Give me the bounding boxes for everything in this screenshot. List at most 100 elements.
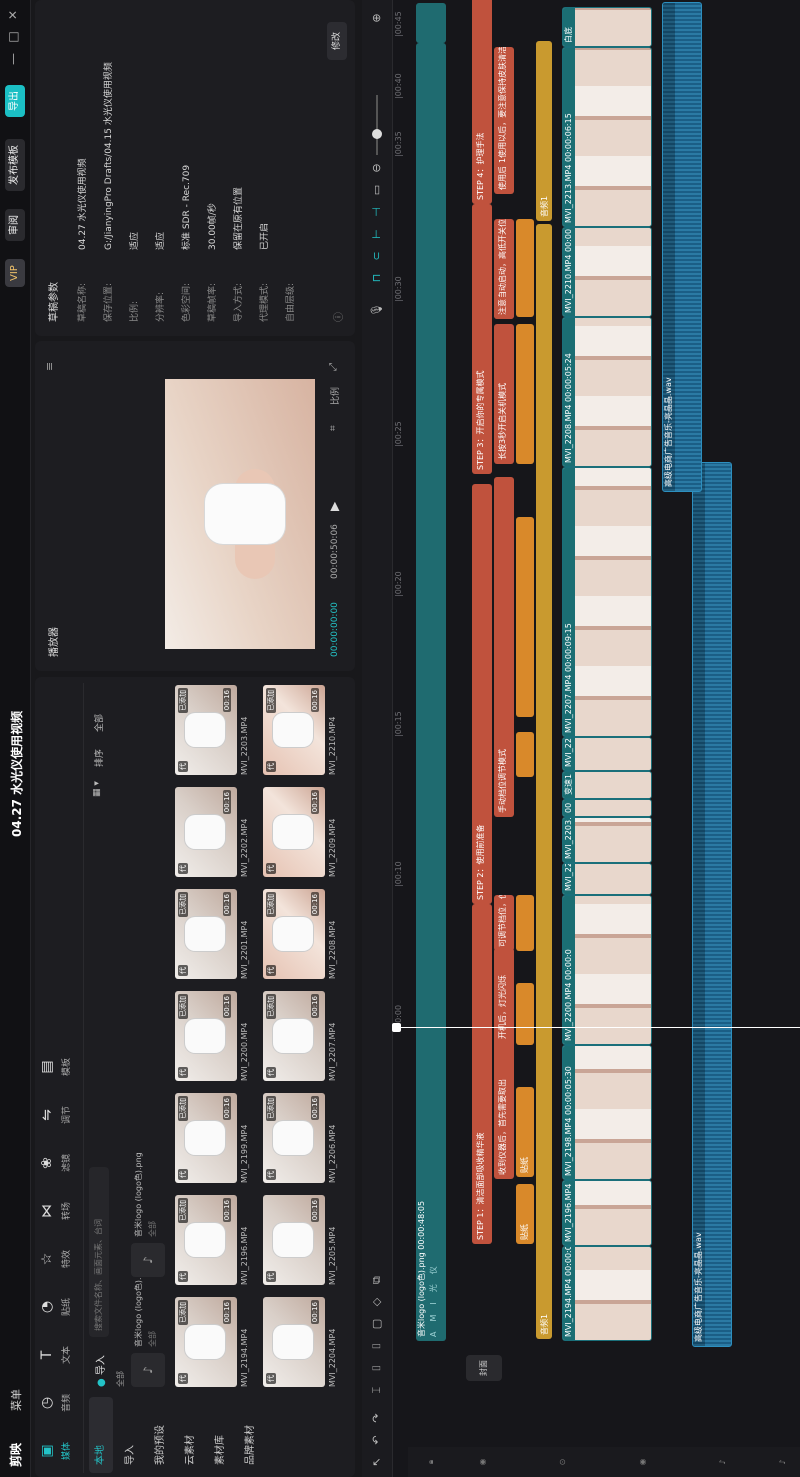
split-icon[interactable]: ⌶: [370, 1383, 384, 1397]
marker-icon[interactable]: ◇: [370, 1295, 384, 1309]
menu-button[interactable]: 菜单: [8, 1389, 24, 1411]
list-item[interactable]: ♪ 音米logo (logo色).png 全部: [127, 1152, 169, 1277]
video-clip[interactable]: MVI_2210.MP4 00:00: [562, 227, 652, 317]
play-icon[interactable]: ▶: [327, 502, 341, 511]
video-clip[interactable]: 变速1: [562, 771, 652, 799]
export-button[interactable]: 导出: [5, 85, 25, 117]
video-clip[interactable]: MVI_2207.MP4 00:00:09:15: [562, 467, 652, 737]
sticker-clip[interactable]: [516, 517, 534, 717]
tool-transition[interactable]: ⋈ 转场: [39, 1189, 72, 1233]
player-menu-icon[interactable]: ≡: [43, 362, 56, 371]
sticker-clip[interactable]: [516, 983, 534, 1045]
subtitle-clip[interactable]: 手动档位调节模式: [494, 477, 514, 817]
minimize-icon[interactable]: —: [6, 51, 20, 67]
tool-filter[interactable]: ❀ 滤镜: [39, 1141, 72, 1185]
sticker-clip[interactable]: 贴纸: [516, 1087, 534, 1177]
text-clip[interactable]: STEP 4：护理手法: [472, 0, 492, 204]
snap-icon[interactable]: ⊣: [370, 205, 384, 219]
video-clip[interactable]: MVI_2208.MP4 00:00:05:24: [562, 317, 652, 467]
sidebar-item-import[interactable]: 导入: [119, 1397, 143, 1473]
text-clip[interactable]: STEP 3：开启你的专属模式: [472, 204, 492, 474]
link-icon[interactable]: ⊂: [370, 249, 384, 263]
media-thumbnail[interactable]: 代 已添加 00:16 MVI_2206.MP4: [263, 1093, 367, 1183]
split-right-icon[interactable]: ⌷: [370, 1339, 384, 1353]
media-thumbnail[interactable]: 代 已添加 00:16 MVI_2208.MP4: [263, 889, 367, 979]
playhead[interactable]: [392, 1027, 800, 1028]
media-thumbnail[interactable]: 代 已添加 00:16 MVI_2210.MP4: [263, 685, 367, 775]
maximize-icon[interactable]: □: [6, 29, 20, 45]
magnet-icon[interactable]: ⊓: [370, 271, 384, 285]
video-clip[interactable]: MVI_2213.MP4 00:00:06:15: [562, 47, 652, 227]
media-thumbnail[interactable]: 代 00:16 MVI_2209.MP4: [263, 787, 367, 877]
audio-effect-clip[interactable]: 音频1: [536, 41, 552, 221]
vip-badge[interactable]: VIP: [5, 259, 25, 287]
close-icon[interactable]: ✕: [6, 7, 20, 23]
publish-template-button[interactable]: 发布模板: [5, 139, 25, 191]
list-item[interactable]: ♪ 音米logo (logo色).png 全部: [127, 1262, 169, 1387]
select-tool-icon[interactable]: ↖: [370, 1455, 384, 1469]
crop-icon[interactable]: ⧉: [370, 1273, 384, 1287]
sidebar-item-local[interactable]: 本地: [89, 1397, 113, 1473]
media-thumbnail[interactable]: 代 00:16 MVI_2204.MP4: [263, 1297, 367, 1387]
zoom-slider[interactable]: [372, 95, 382, 155]
media-thumbnail[interactable]: 代 已添加 00:16 MVI_2207.MP4: [263, 991, 367, 1081]
sidebar-item-brand[interactable]: 品牌素材: [239, 1397, 263, 1473]
logo-clip-end[interactable]: [416, 3, 446, 43]
logo-clip[interactable]: 音米logo (logo色).png 00:00:48:05 AMI光仪: [416, 43, 446, 1341]
video-clip[interactable]: MVI_2194.MP4 00:00:03: [562, 1246, 652, 1341]
info-icon[interactable]: ⓘ: [330, 312, 345, 322]
zoom-slider-handle[interactable]: [372, 129, 382, 139]
undo-icon[interactable]: ↶: [370, 1433, 384, 1447]
tool-media[interactable]: ▣ 媒体: [39, 1429, 72, 1473]
video-clip[interactable]: MVI_2206: [562, 737, 652, 771]
subtitle-clip[interactable]: 注意: [494, 297, 514, 319]
review-button[interactable]: 审阅: [5, 209, 25, 241]
sticker-clip[interactable]: 贴纸: [516, 1184, 534, 1244]
video-clip[interactable]: MVI_2203.MP4: [562, 817, 652, 863]
sticker-clip[interactable]: [516, 895, 534, 951]
video-clip[interactable]: 白底: [562, 7, 652, 47]
microphone-icon[interactable]: 🎙: [370, 303, 384, 317]
redo-icon[interactable]: ↷: [370, 1411, 384, 1425]
subtitle-clip[interactable]: 开机后，灯光闪烁: [494, 948, 514, 1043]
tool-audio[interactable]: ◷ 音频: [39, 1381, 72, 1425]
subtitle-clip[interactable]: 1使用以后，要注意保持皮肤清洁，注意要及时补水，进行护理: [494, 47, 514, 167]
preview-axis-icon[interactable]: ⊢: [370, 227, 384, 241]
subtitle-clip[interactable]: 长按3秒开启关机模式: [494, 324, 514, 464]
video-clip[interactable]: MVI_2200.MP4 00:00:0: [562, 895, 652, 1045]
safe-area-icon[interactable]: ⌗: [328, 425, 339, 431]
audio-effect-clip[interactable]: 音频1: [536, 224, 552, 1339]
sticker-clip[interactable]: [516, 732, 534, 777]
sidebar-item-cloud[interactable]: 云素材: [179, 1397, 203, 1473]
split-left-icon[interactable]: ⌷: [370, 1361, 384, 1375]
track-mute-icon[interactable]: ♪: [778, 1447, 787, 1477]
sidebar-item-presets[interactable]: 我的预设: [149, 1397, 173, 1473]
ratio-button[interactable]: 比例: [328, 387, 341, 405]
text-clip[interactable]: STEP 1：清洁面部吸收精华液: [472, 904, 492, 1244]
import-button[interactable]: ● 导入: [92, 1355, 107, 1387]
delete-icon[interactable]: ▢: [370, 1317, 384, 1331]
subtitle-clip[interactable]: 可调节档位，仪器: [494, 895, 514, 951]
sort-button[interactable]: 排序: [92, 749, 105, 767]
tool-template[interactable]: ▤ 模板: [39, 1045, 72, 1089]
video-clip[interactable]: MVI_2196.MP4: [562, 1180, 652, 1246]
media-search-input[interactable]: 搜索文件名称、画面元素、台词: [89, 1167, 109, 1337]
text-clip[interactable]: STEP 2：使用前准备: [472, 484, 492, 904]
video-clip[interactable]: MVI_2198.MP4 00:00:05:30: [562, 1045, 652, 1180]
caption-icon[interactable]: ▭: [370, 183, 384, 197]
tool-effects[interactable]: ☆ 特效: [39, 1237, 72, 1281]
zoom-in-icon[interactable]: ⊕: [370, 11, 384, 25]
sticker-clip[interactable]: [516, 219, 534, 317]
sidebar-item-library[interactable]: 素材库: [209, 1397, 233, 1473]
view-toggle[interactable]: ▦ ▾: [92, 781, 102, 797]
fullscreen-icon[interactable]: ⤢: [328, 363, 339, 371]
music-clip[interactable]: 高级电商广告音乐-亮晶晶.wav: [662, 2, 702, 492]
modify-button[interactable]: 修改: [327, 21, 347, 60]
music-clip[interactable]: 高级电商广告音乐-亮晶晶.wav: [692, 462, 732, 1347]
video-clip[interactable]: 00: [562, 799, 652, 817]
tool-text[interactable]: T 文本: [39, 1333, 72, 1377]
sticker-clip[interactable]: [516, 324, 534, 464]
tool-sticker[interactable]: ◔ 贴纸: [39, 1285, 72, 1329]
tool-adjust[interactable]: ⇋ 调节: [39, 1093, 72, 1137]
video-clip[interactable]: MVI_2201.M: [562, 863, 652, 895]
